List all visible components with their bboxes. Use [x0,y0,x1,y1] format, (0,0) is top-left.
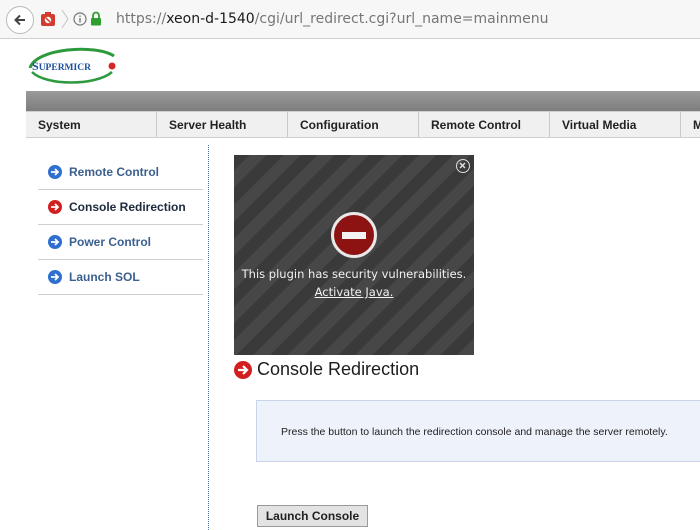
back-button[interactable] [6,6,34,34]
blocked-plugin-icon[interactable] [40,11,56,27]
sidebar-item-label: Launch SOL [69,270,140,284]
supermicro-logo: SUPERMICR [28,47,116,84]
arrow-right-icon [48,200,62,214]
top-nav: System Server Health Configuration Remot… [26,111,700,138]
sidebar-divider [208,145,209,530]
page-title: Console Redirection [257,359,420,379]
nav-configuration[interactable]: Configuration [288,112,419,137]
back-arrow-icon [14,14,25,26]
nav-remote-control[interactable]: Remote Control [419,112,550,137]
close-icon[interactable] [456,159,470,173]
browser-address-bar: https://xeon-d-1540/cgi/url_redirect.cgi… [0,0,700,39]
separator-chevron-icon [61,9,69,29]
sidebar-item-label: Remote Control [69,165,159,179]
arrow-right-icon [48,270,62,284]
sidebar-item-power-control[interactable]: Power Control [38,225,203,260]
sidebar: Remote Control Console Redirection Power… [38,155,203,295]
sidebar-item-label: Console Redirection [69,200,186,214]
arrow-right-icon [234,360,252,379]
sidebar-item-label: Power Control [69,235,152,249]
launch-console-button[interactable]: Launch Console [257,505,368,527]
blocked-icon [331,212,377,258]
sidebar-item-console-redirection[interactable]: Console Redirection [38,190,203,225]
lock-icon[interactable] [90,11,102,26]
svg-text:SUPERMICR: SUPERMICR [32,59,91,73]
info-panel: Press the button to launch the redirecti… [256,400,700,462]
url-path: /cgi/url_redirect.cgi?url_name=mainmenu [254,11,549,27]
sidebar-item-launch-sol[interactable]: Launch SOL [38,260,203,295]
arrow-right-icon [48,165,62,179]
nav-server-health[interactable]: Server Health [157,112,288,137]
blocked-plugin-area[interactable]: This plugin has security vulnerabilities… [234,155,474,355]
header-band [26,91,700,111]
url-prefix: https:// [116,11,167,27]
sidebar-item-remote-control[interactable]: Remote Control [38,155,203,190]
plugin-warning-text: This plugin has security vulnerabilities… [241,267,467,281]
arrow-right-icon [48,235,62,249]
info-icon[interactable] [73,12,87,26]
url-field[interactable]: https://xeon-d-1540/cgi/url_redirect.cgi… [116,11,549,27]
page-heading: Console Redirection [234,359,419,380]
info-text: Press the button to launch the redirecti… [281,426,668,438]
activate-java-link[interactable]: Activate Java. [234,285,474,299]
nav-virtual-media[interactable]: Virtual Media [550,112,681,137]
nav-system[interactable]: System [26,112,157,137]
nav-more[interactable]: M [681,112,700,137]
url-host: xeon-d-1540 [166,11,255,27]
